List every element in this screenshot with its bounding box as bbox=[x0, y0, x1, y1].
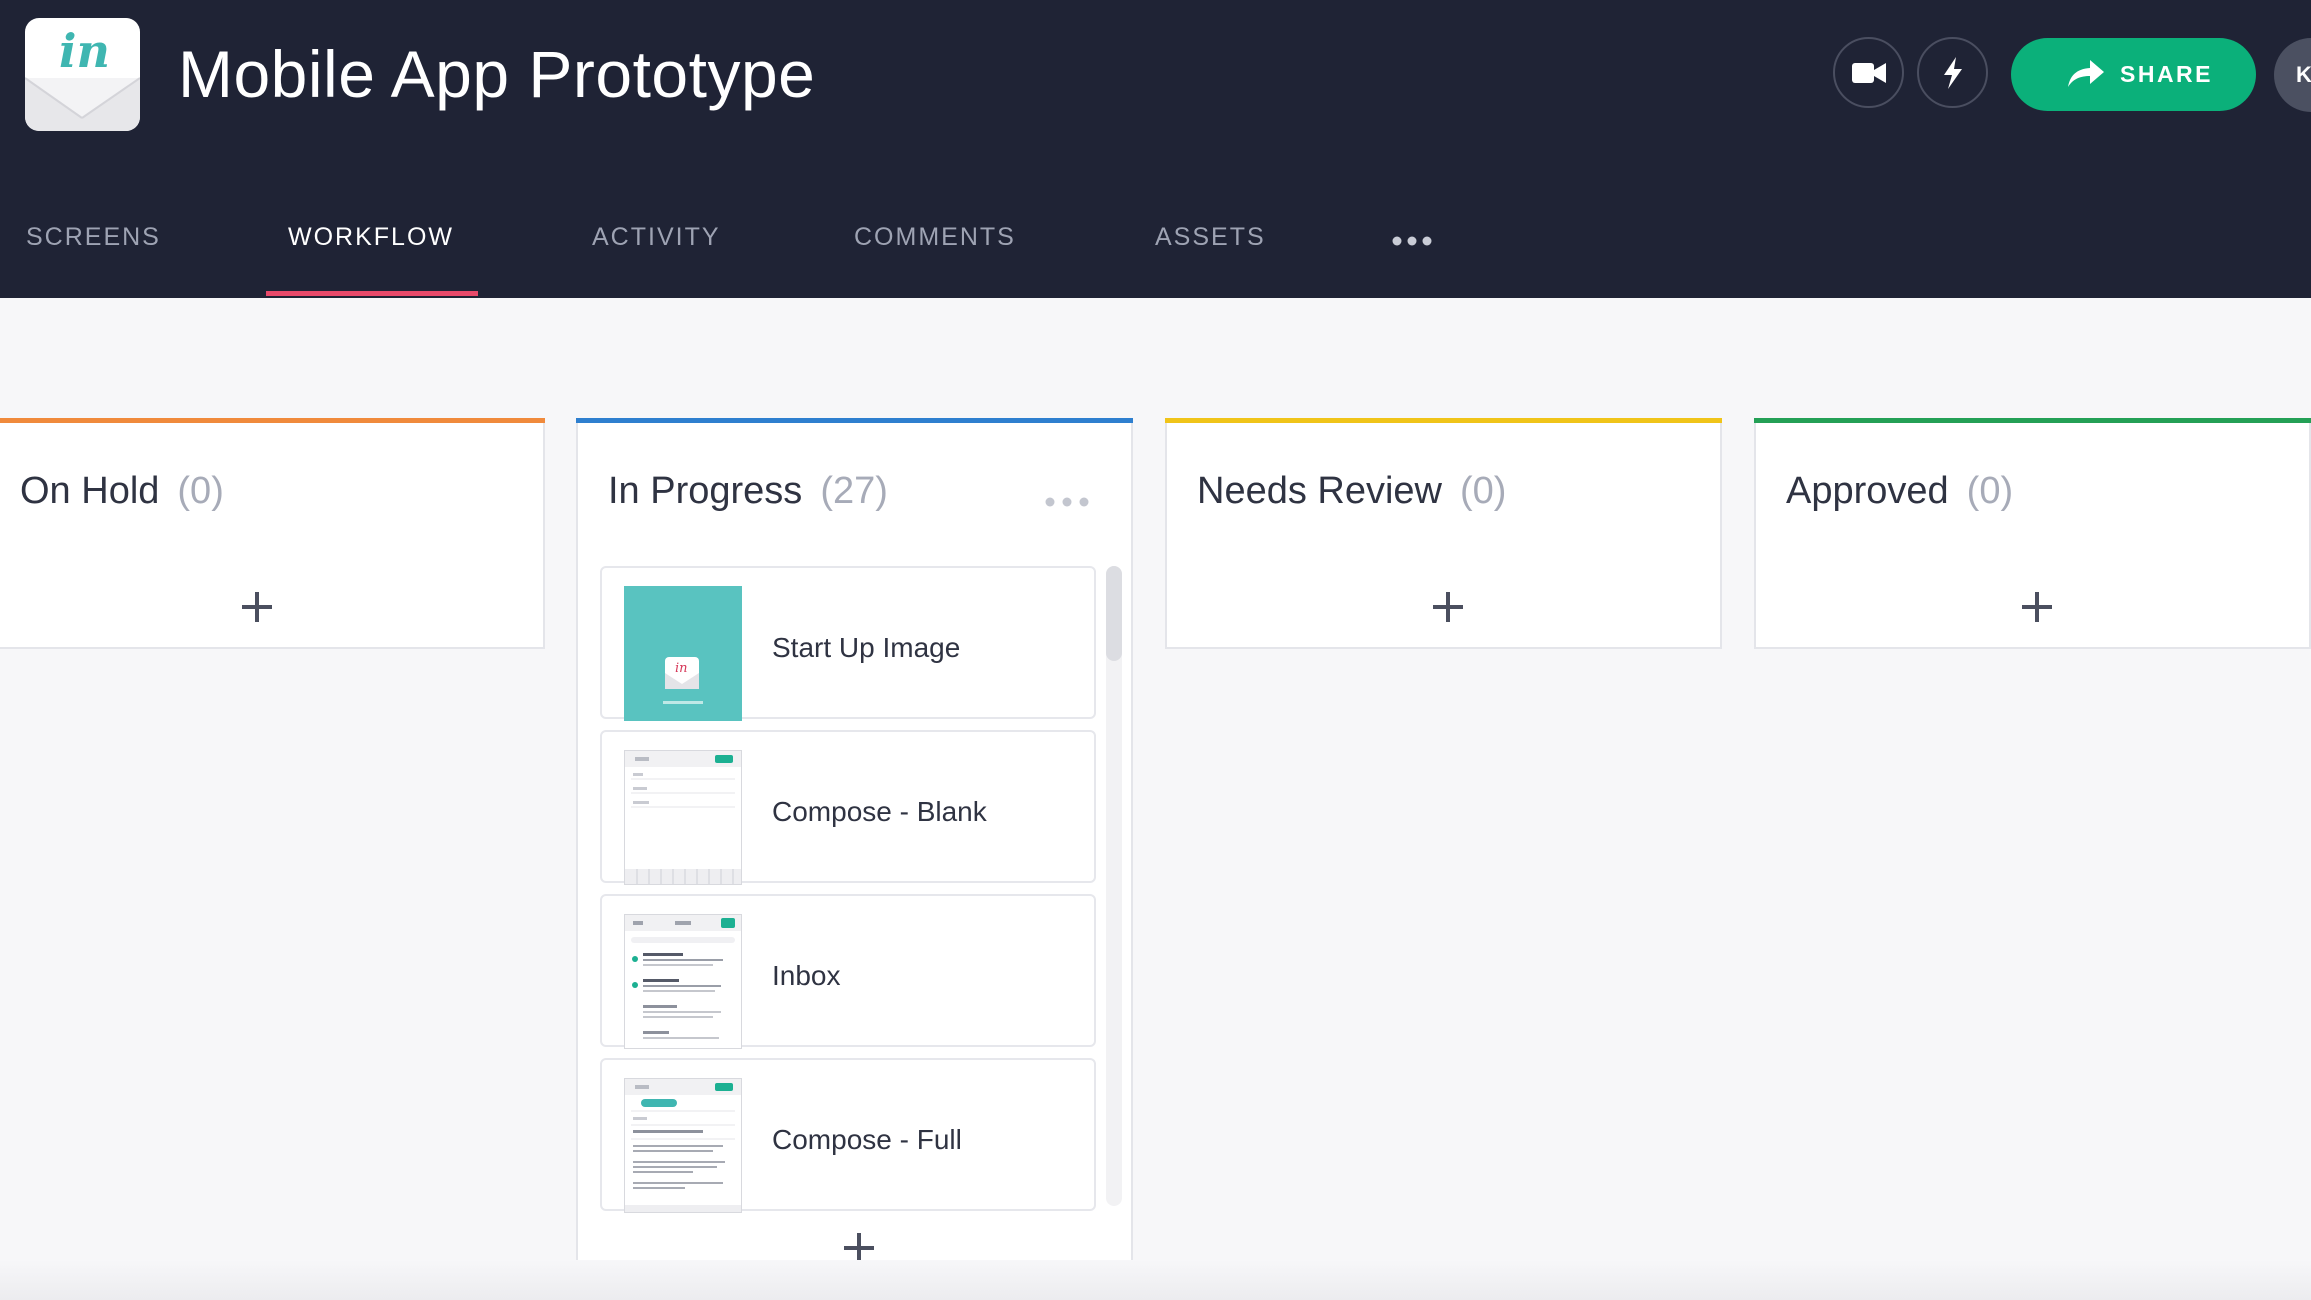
column-color-bar bbox=[576, 418, 1133, 423]
column-approved: Approved (0) bbox=[1754, 418, 2311, 649]
add-screen-button[interactable] bbox=[1433, 592, 1463, 622]
column-title: Needs Review (0) bbox=[1197, 470, 1506, 513]
screen-card-label: Inbox bbox=[772, 960, 841, 991]
top-header: in Mobile App Prototype SHARE K SCREENS … bbox=[0, 0, 2311, 298]
screen-card-label: Compose - Blank bbox=[772, 796, 987, 827]
logo-text: in bbox=[59, 24, 110, 78]
share-label: SHARE bbox=[2120, 61, 2214, 87]
add-screen-button[interactable] bbox=[844, 1233, 874, 1263]
compose-blank-thumbnail-graphic bbox=[625, 751, 741, 884]
startup-thumbnail-graphic: in bbox=[663, 657, 703, 704]
lightning-button[interactable] bbox=[1917, 37, 1988, 108]
add-screen-button[interactable] bbox=[2022, 592, 2052, 622]
screen-card[interactable]: Inbox bbox=[600, 894, 1096, 1049]
screen-thumbnail: in bbox=[624, 586, 742, 721]
screen-card[interactable]: in Start Up Image bbox=[600, 566, 1096, 721]
project-title: Mobile App Prototype bbox=[178, 37, 816, 111]
compose-full-thumbnail-graphic bbox=[625, 1079, 741, 1212]
column-title-text: In Progress bbox=[608, 470, 803, 512]
lightning-icon bbox=[1943, 56, 1962, 89]
column-scrollbar[interactable] bbox=[1106, 566, 1122, 1206]
video-camera-icon bbox=[1851, 62, 1886, 83]
tab-activity[interactable]: ACTIVITY bbox=[592, 223, 721, 252]
column-color-bar bbox=[1165, 418, 1722, 423]
column-menu-button[interactable] bbox=[1045, 494, 1089, 512]
column-title: On Hold (0) bbox=[20, 470, 224, 513]
column-title: In Progress (27) bbox=[608, 470, 888, 513]
bottom-shadow bbox=[0, 1260, 2311, 1300]
column-title: Approved (0) bbox=[1786, 470, 2013, 513]
column-on-hold: On Hold (0) bbox=[0, 418, 545, 649]
screen-thumbnail bbox=[624, 914, 742, 1049]
more-tabs-button[interactable] bbox=[1392, 233, 1432, 251]
invision-logo[interactable]: in bbox=[25, 18, 140, 131]
column-title-text: Approved bbox=[1786, 470, 1949, 512]
column-count: (0) bbox=[1966, 470, 2014, 512]
screen-card-label: Compose - Full bbox=[772, 1124, 962, 1155]
scrollbar-thumb[interactable] bbox=[1106, 566, 1122, 661]
screen-card-label: Start Up Image bbox=[772, 632, 961, 663]
user-avatar[interactable]: K bbox=[2274, 38, 2311, 112]
add-screen-button[interactable] bbox=[242, 592, 272, 622]
share-arrow-icon bbox=[2068, 60, 2104, 87]
tab-comments[interactable]: COMMENTS bbox=[854, 223, 1016, 252]
column-count: (27) bbox=[820, 470, 888, 512]
column-count: (0) bbox=[177, 470, 224, 512]
tab-screens[interactable]: SCREENS bbox=[26, 223, 161, 252]
column-title-text: Needs Review bbox=[1197, 470, 1442, 512]
column-needs-review: Needs Review (0) bbox=[1165, 418, 1722, 649]
screen-thumbnail bbox=[624, 1078, 742, 1213]
more-dots-icon bbox=[1045, 497, 1089, 507]
avatar-initial: K bbox=[2296, 62, 2311, 87]
column-title-text: On Hold bbox=[20, 470, 160, 512]
column-color-bar bbox=[0, 418, 545, 423]
video-button[interactable] bbox=[1833, 37, 1904, 108]
tab-assets[interactable]: ASSETS bbox=[1155, 223, 1266, 252]
tab-workflow[interactable]: WORKFLOW bbox=[288, 223, 454, 252]
share-button[interactable]: SHARE bbox=[2011, 38, 2256, 111]
inbox-thumbnail-graphic bbox=[625, 915, 741, 1039]
svg-text:in: in bbox=[675, 661, 688, 676]
screen-card[interactable]: Compose - Blank bbox=[600, 730, 1096, 885]
active-tab-indicator bbox=[266, 291, 478, 296]
column-in-progress: In Progress (27) in Start Up Image Compo… bbox=[576, 418, 1133, 1293]
screen-thumbnail bbox=[624, 750, 742, 885]
column-color-bar bbox=[1754, 418, 2311, 423]
screen-card[interactable]: Compose - Full bbox=[600, 1058, 1096, 1213]
more-dots-icon bbox=[1392, 236, 1432, 246]
column-count: (0) bbox=[1460, 470, 1507, 512]
